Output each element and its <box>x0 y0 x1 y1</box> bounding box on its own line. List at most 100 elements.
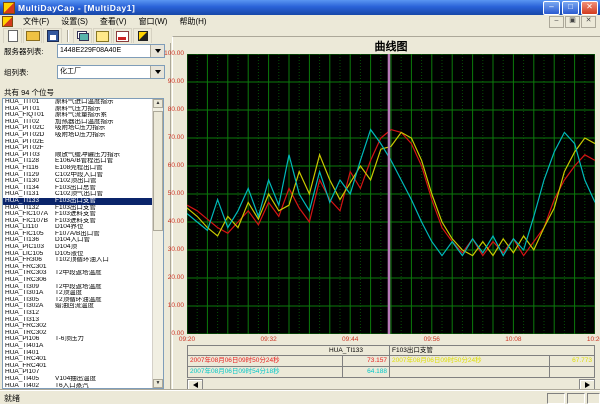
list-item[interactable]: HUA_TI128E106A/B管程出口管 <box>3 158 153 165</box>
edit-button[interactable] <box>133 28 152 44</box>
print-button[interactable] <box>113 28 132 44</box>
legend-cell: HUA_TI133 <box>188 346 389 355</box>
list-item[interactable]: HUA_TI305T2顶循环油温度 <box>3 297 153 304</box>
list-item[interactable]: HUA_PIT03顺放气缓冲罐压力指示 <box>3 152 153 159</box>
list-item[interactable]: HUA_FI116E108壳程出口管 <box>3 165 153 172</box>
group-list-combobox[interactable]: 化工厂 <box>57 65 165 79</box>
menu-file[interactable]: 文件(F) <box>17 15 55 28</box>
list-item[interactable]: HUA_TI301AT2顶温度 <box>3 290 153 297</box>
tag-description: F103出口总管 <box>55 185 153 192</box>
tag-description: D104顶 <box>55 244 153 251</box>
new-file-button[interactable] <box>3 28 22 44</box>
child-close-icon[interactable]: ✕ <box>581 16 596 28</box>
list-item[interactable]: HUA_TI405V104抽出温度 <box>3 376 153 383</box>
server-list-combobox[interactable]: 1448E229F08A40E <box>57 44 165 58</box>
list-item[interactable]: HUA_TI402T6入口蒸汽 <box>3 383 153 389</box>
save-button[interactable] <box>43 28 62 44</box>
list-item[interactable]: HUA_TRC303T2中段返塔温度 <box>3 270 153 277</box>
list-item[interactable]: HUA_TI309T2中段返塔温度 <box>3 284 153 291</box>
list-item[interactable]: HUA_FIC107BF103进料支管 <box>3 218 153 225</box>
list-item[interactable]: HUA_TI312 <box>3 310 153 317</box>
list-item[interactable]: HUA_FRC401 <box>3 363 153 370</box>
list-item[interactable]: HUA_TI134F103出口总管 <box>3 185 153 192</box>
list-item[interactable]: HUA_TI401 <box>3 350 153 357</box>
list-item[interactable]: HUA_FIQT01原料气流量指示累 <box>3 112 153 119</box>
list-item[interactable]: HUA_TI130C102顶出口管 <box>3 178 153 185</box>
list-item[interactable]: HUA_TRC401 <box>3 356 153 363</box>
child-restore-icon[interactable]: ▣ <box>565 16 580 28</box>
list-item[interactable]: HUA_PIT02C吸附塔C压力指示 <box>3 125 153 132</box>
tag-name: HUA_TI130 <box>3 178 55 185</box>
cascade-windows-button[interactable] <box>73 28 92 44</box>
tag-description: T2顶温度 <box>55 290 153 297</box>
list-item[interactable]: HUA_TI401A <box>3 343 153 350</box>
menu-help[interactable]: 帮助(H) <box>173 15 212 28</box>
list-item[interactable]: HUA_TI133F103出口支管 <box>3 198 153 205</box>
list-item[interactable]: HUA_PI107 <box>3 369 153 376</box>
tag-name: HUA_TI401A <box>3 343 55 350</box>
list-item[interactable]: HUA_LI110D104界位 <box>3 224 153 231</box>
legend-cell: 73.157 <box>342 356 389 366</box>
tag-name: HUA_LI110 <box>3 224 55 231</box>
list-item[interactable]: HUA_PIT02D吸附塔D压力指示 <box>3 132 153 139</box>
list-item[interactable]: HUA_TI129C102中段入口管 <box>3 172 153 179</box>
tag-description: 顺放气缓冲罐压力指示 <box>55 152 153 159</box>
tag-description: T2中段返塔温度 <box>55 284 153 291</box>
app-icon <box>3 2 15 14</box>
list-item[interactable]: HUA_FR306T102顶循环油入口 <box>3 257 153 264</box>
image-window-button[interactable] <box>93 28 112 44</box>
list-item[interactable]: HUA_PIT01原料气压力指示 <box>3 106 153 113</box>
list-item[interactable]: HUA_PIC103D104顶 <box>3 244 153 251</box>
trend-plot[interactable] <box>187 54 595 334</box>
list-item[interactable]: HUA_TI131C102顶气出口管 <box>3 191 153 198</box>
tag-name: HUA_TI133 <box>3 198 55 205</box>
list-item[interactable]: HUA_TI132F103出口支管 <box>3 205 153 212</box>
list-item[interactable]: HUA_FIC105F107A/B出口管 <box>3 231 153 238</box>
sidebar: 服务器列表: 1448E229F08A40E 组列表: 化工厂 共有 94 个位… <box>0 43 171 390</box>
tag-name: HUA_TI134 <box>3 185 55 192</box>
tag-description <box>55 343 153 350</box>
tag-description <box>55 139 153 146</box>
menu-window[interactable]: 窗口(W) <box>133 15 174 28</box>
image-window-icon <box>96 31 109 42</box>
toolbar-separator <box>67 30 69 42</box>
list-item[interactable]: HUA_PIT02F <box>3 145 153 152</box>
list-item[interactable]: HUA_TI302A蜡油回流温度 <box>3 303 153 310</box>
list-item[interactable]: HUA_PI106T-6顶压力 <box>3 336 153 343</box>
scroll-down-icon[interactable]: ▼ <box>153 379 163 388</box>
list-item[interactable]: HUA_TIT01原料气进口温度指示 <box>3 99 153 106</box>
tag-description: C102顶出口管 <box>55 178 153 185</box>
open-file-button[interactable] <box>23 28 42 44</box>
menu-view[interactable]: 查看(V) <box>94 15 133 28</box>
legend-table: HUA_TI133F103出口支管2007年08月06日09时50分24秒73.… <box>187 345 595 378</box>
mdi-child-icon[interactable] <box>2 16 13 27</box>
list-item[interactable]: HUA_TRC306 <box>3 277 153 284</box>
list-item[interactable]: HUA_PIT02E <box>3 139 153 146</box>
child-minimize-icon[interactable]: – <box>549 16 564 28</box>
maximize-button[interactable]: □ <box>562 1 579 15</box>
tag-description: D104界位 <box>55 224 153 231</box>
list-item[interactable]: HUA_TIT02加热器出口温度指示 <box>3 119 153 126</box>
scrollbar-thumb[interactable] <box>153 111 163 231</box>
tag-name: HUA_PIT02D <box>3 132 55 139</box>
chevron-down-icon[interactable] <box>150 66 164 78</box>
list-item[interactable]: HUA_FRC301 <box>3 264 153 271</box>
close-button[interactable]: ✕ <box>581 1 598 15</box>
list-item[interactable]: HUA_FIC107AF103进料支管 <box>3 211 153 218</box>
x-tick-label: 10:20 <box>580 336 600 343</box>
tag-description: C102中段入口管 <box>55 172 153 179</box>
tag-listbox[interactable]: HUA_TIT01原料气进口温度指示HUA_PIT01原料气压力指示HUA_FI… <box>2 98 164 389</box>
list-item[interactable]: HUA_TI136D104入口管 <box>3 237 153 244</box>
list-item[interactable]: HUA_FRC302 <box>3 323 153 330</box>
list-item[interactable]: HUA_TRC302 <box>3 330 153 337</box>
vertical-scrollbar[interactable]: ▲ ▼ <box>152 99 163 388</box>
tag-description <box>55 264 153 271</box>
menu-settings[interactable]: 设置(S) <box>55 15 94 28</box>
status-pane <box>567 393 585 404</box>
tag-name: HUA_PIT02E <box>3 139 55 146</box>
tag-name: HUA_TRC306 <box>3 277 55 284</box>
list-item[interactable]: HUA_TI313 <box>3 317 153 324</box>
minimize-button[interactable]: – <box>543 1 560 15</box>
list-item[interactable]: HUA_LIC105D105液位 <box>3 251 153 258</box>
legend-cell <box>389 367 549 377</box>
